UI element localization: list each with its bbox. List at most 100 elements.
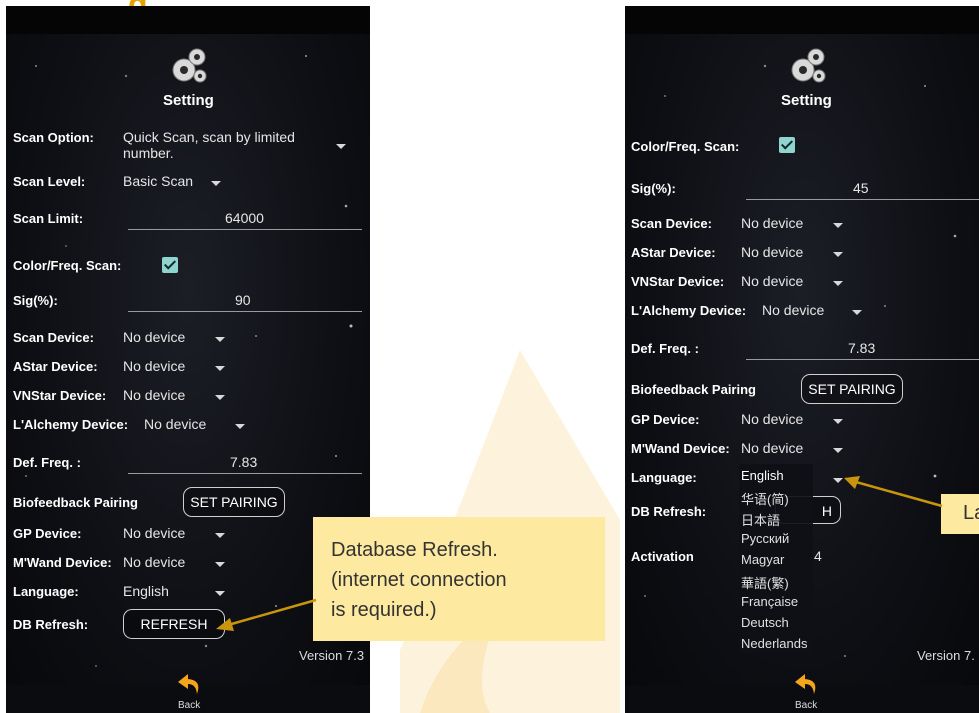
back-label: Back [178,700,201,711]
scan-device-label: Scan Device: [13,330,94,345]
language-option[interactable]: 華語(繁) [741,573,789,592]
color-freq-scan-label: Color/Freq. Scan: [13,258,122,273]
mwand-device-label: M'Wand Device: [13,555,112,570]
mwand-device-label: M'Wand Device: [631,441,730,456]
language-label: Language: [13,584,79,599]
lalchemy-device-select[interactable]: No device [762,302,824,318]
scan-option-value[interactable]: Quick Scan, scan by limited [123,129,295,145]
callout-line: is required.) [331,599,437,621]
astar-device-label: AStar Device: [631,245,716,260]
sig-underline [128,311,362,312]
language-option[interactable]: Deutsch [741,615,789,630]
language-select[interactable]: English [123,583,169,599]
scan-level-select[interactable]: Basic Scan [123,173,193,189]
version-text: Version 7. [917,648,975,663]
color-freq-scan-checkbox[interactable] [162,257,178,273]
vnstar-device-label: VNStar Device: [631,274,725,289]
language-option[interactable]: 日本語 [741,510,780,529]
scan-level-label: Scan Level: [13,174,86,189]
language-option[interactable]: Русский [741,531,789,546]
page-title: Setting [781,92,832,109]
gp-device-select[interactable]: No device [741,411,803,427]
callout-line: Database Refresh. [331,539,498,561]
page-title: Setting [163,92,214,109]
activation-value: 4 [814,548,822,564]
vnstar-device-label: VNStar Device: [13,388,107,403]
back-label: Back [795,700,818,711]
language-option[interactable]: 华语(简) [741,489,789,508]
sig-input[interactable]: 90 [235,292,251,308]
chevron-down-icon[interactable] [215,562,225,567]
callout-arrow-icon [216,598,317,631]
version-text: Version 7.3 [299,648,365,663]
scan-limit-underline [128,229,362,230]
status-bar [6,6,370,34]
lalchemy-device-label: L'Alchemy Device: [13,417,129,432]
activation-label: Activation [631,549,694,564]
db-refresh-label: DB Refresh: [631,504,707,519]
chevron-down-icon[interactable] [833,252,843,257]
scan-device-label: Scan Device: [631,216,712,231]
status-bar [625,6,979,34]
scan-device-select[interactable]: No device [123,329,185,345]
scan-limit-label: Scan Limit: [13,211,84,226]
chevron-down-icon[interactable] [215,395,225,400]
chevron-down-icon[interactable] [235,424,245,429]
vnstar-device-select[interactable]: No device [741,273,803,289]
astar-device-label: AStar Device: [13,359,98,374]
gear-icon [172,48,207,83]
chevron-down-icon[interactable] [336,144,346,149]
def-freq-label: Def. Freq. : [631,341,699,356]
chevron-down-icon[interactable] [833,223,843,228]
language-option[interactable]: Française [741,594,798,609]
gp-device-select[interactable]: No device [123,525,185,541]
mwand-device-select[interactable]: No device [741,440,803,456]
sig-input[interactable]: 45 [853,180,869,196]
chevron-down-icon[interactable] [833,448,843,453]
def-freq-label: Def. Freq. : [13,455,81,470]
set-pairing-button[interactable]: SET PAIRING [801,374,903,404]
chevron-down-icon[interactable] [211,181,221,186]
def-freq-underline [746,359,979,360]
chevron-down-icon[interactable] [215,337,225,342]
language-option[interactable]: English [741,468,784,483]
chevron-down-icon[interactable] [833,419,843,424]
scan-limit-input[interactable]: 64000 [225,210,264,226]
astar-device-select[interactable]: No device [741,244,803,260]
chevron-down-icon[interactable] [852,310,862,315]
gp-device-label: GP Device: [631,412,700,427]
lalchemy-device-select[interactable]: No device [144,416,206,432]
gp-device-label: GP Device: [13,526,82,541]
def-freq-input[interactable]: 7.83 [848,340,875,356]
db-refresh-label: DB Refresh: [13,617,89,632]
mwand-device-select[interactable]: No device [123,554,185,570]
sig-label: Sig(%): [13,293,58,308]
biofeedback-pairing-label: Biofeedback Pairing [631,382,756,397]
language-dropdown-list: English 华语(简) 日本語 Русский Magyar 華語(繁) F… [739,464,813,654]
scan-device-select[interactable]: No device [741,215,803,231]
callout-arrow-icon [844,476,943,508]
lalchemy-device-label: L'Alchemy Device: [631,303,747,318]
astar-device-select[interactable]: No device [123,358,185,374]
sig-label: Sig(%): [631,181,676,196]
chevron-down-icon[interactable] [215,533,225,538]
chevron-down-icon[interactable] [833,281,843,286]
gear-icon [791,48,826,83]
color-freq-scan-checkbox[interactable] [779,137,795,153]
back-arrow-icon[interactable] [176,672,202,696]
language-label: Language: [631,470,697,485]
color-freq-scan-label: Color/Freq. Scan: [631,139,740,154]
language-callout: La [941,494,979,534]
def-freq-underline [128,473,362,474]
language-option[interactable]: Magyar [741,552,784,567]
callout-line: (internet connection [331,569,507,591]
sig-underline [746,199,979,200]
vnstar-device-select[interactable]: No device [123,387,185,403]
back-arrow-icon[interactable] [793,672,819,696]
scan-option-value-line2: number. [123,145,174,161]
chevron-down-icon[interactable] [215,366,225,371]
def-freq-input[interactable]: 7.83 [230,454,257,470]
biofeedback-pairing-label: Biofeedback Pairing [13,495,138,510]
set-pairing-button[interactable]: SET PAIRING [183,487,285,517]
language-option[interactable]: Nederlands [741,636,808,651]
